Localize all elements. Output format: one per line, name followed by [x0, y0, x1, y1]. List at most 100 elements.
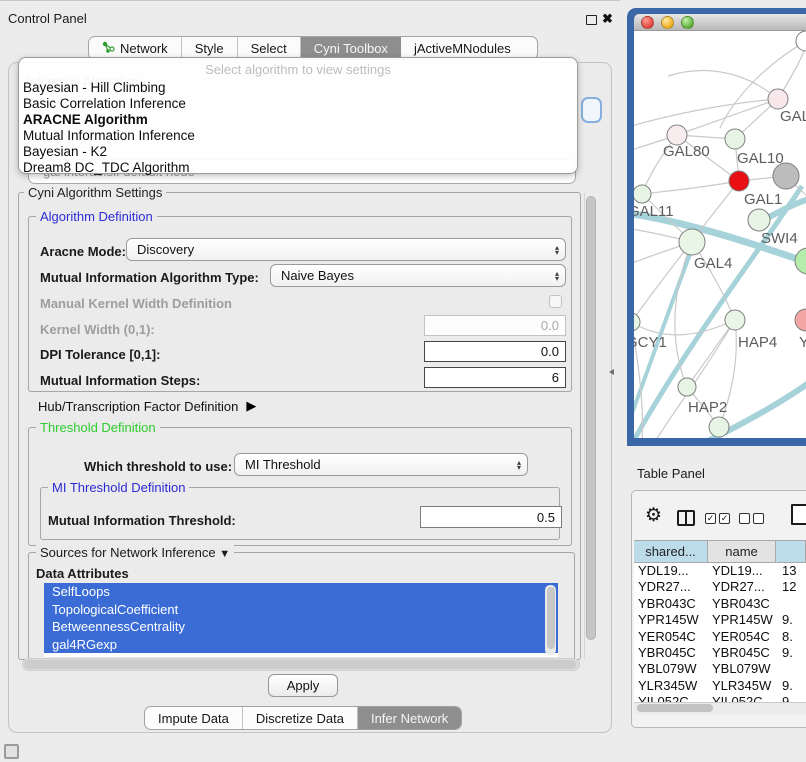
- attribute-item-topologicalcoefficient[interactable]: TopologicalCoefficient: [44, 601, 558, 619]
- stepper-arrows-icon: ▴▾: [517, 460, 521, 470]
- window-minimize-icon[interactable]: [661, 16, 674, 29]
- network-canvas[interactable]: GALGAL80GAL10GAL1GAL11SWI4GAL4GCY1HAP4YH…: [634, 31, 806, 438]
- window-close-icon[interactable]: [641, 16, 654, 29]
- tab-network[interactable]: Network: [89, 37, 182, 59]
- table-cell: [776, 596, 806, 612]
- network-node-gal80[interactable]: [667, 125, 687, 145]
- checked-checkbox-icon[interactable]: ✓: [705, 513, 716, 524]
- table-row[interactable]: YBR043CYBR043C: [634, 596, 806, 612]
- sources-group-title[interactable]: Sources for Network Inference ▼: [36, 545, 234, 560]
- network-node-gal[interactable]: [768, 89, 788, 109]
- table-row[interactable]: YPR145WYPR145W9.: [634, 612, 806, 628]
- network-node-gal4[interactable]: [679, 229, 705, 255]
- column-header-name[interactable]: name: [708, 541, 776, 562]
- gray-edge[interactable]: [668, 71, 778, 99]
- hub-transcription-factor-label: Hub/Transcription Factor Definition: [38, 399, 238, 414]
- tab-jactivemnodules[interactable]: jActiveMNodules: [401, 37, 524, 59]
- gray-edge[interactable]: [634, 242, 692, 322]
- network-node-hap4[interactable]: [725, 310, 745, 330]
- collapsed-panel-icon[interactable]: [4, 744, 19, 759]
- attribute-item-selfloops[interactable]: SelfLoops: [44, 583, 558, 601]
- focused-combo-fragment: [581, 97, 602, 123]
- table-header-row[interactable]: shared...name: [634, 540, 806, 563]
- table-cell: YPR145W: [708, 612, 776, 628]
- tab-select[interactable]: Select: [238, 37, 301, 59]
- network-node-hap2[interactable]: [678, 378, 696, 396]
- attribute-item-betweennesscentrality[interactable]: BetweennessCentrality: [44, 618, 558, 636]
- network-node-gcy1[interactable]: [634, 313, 640, 331]
- gray-edge[interactable]: [642, 181, 739, 194]
- table-cell: YIL052C: [708, 694, 776, 702]
- network-node[interactable]: [773, 163, 799, 189]
- gray-edge[interactable]: [634, 99, 778, 128]
- table-horizontal-scrollbar-thumb[interactable]: [637, 704, 713, 712]
- network-window-titlebar[interactable]: [634, 14, 806, 31]
- gray-edge[interactable]: [634, 320, 735, 335]
- network-node-gal11[interactable]: [634, 185, 651, 203]
- kernel-width-field[interactable]: 0.0: [424, 315, 566, 336]
- node-label: GAL4: [694, 255, 732, 272]
- algorithm-option-dream8-dc-tdc-algorithm[interactable]: Dream8 DC_TDC Algorithm: [23, 160, 573, 176]
- tab-label: Style: [195, 41, 224, 56]
- column-header-partial[interactable]: [776, 541, 806, 562]
- gray-edge[interactable]: [687, 320, 735, 387]
- settings-horizontal-scrollbar-thumb[interactable]: [24, 660, 576, 669]
- aracne-mode-select[interactable]: Discovery ▴▾: [126, 238, 566, 261]
- split-pane-collapse-icon[interactable]: [609, 369, 614, 375]
- tab-infer-network[interactable]: Infer Network: [358, 707, 461, 729]
- network-node[interactable]: [795, 248, 806, 274]
- table-body[interactable]: YDL19...YDL19...13YDR27...YDR27...12YBR0…: [634, 563, 806, 702]
- gear-icon[interactable]: ⚙: [645, 504, 662, 527]
- manual-kernel-width-checkbox[interactable]: [549, 295, 562, 308]
- dpi-tolerance-field[interactable]: 0.0: [424, 341, 566, 362]
- table-row[interactable]: YLR345WYLR345W9.: [634, 678, 806, 694]
- tab-style[interactable]: Style: [182, 37, 238, 59]
- network-node-y[interactable]: [795, 309, 806, 331]
- mi-steps-field[interactable]: 6: [424, 367, 566, 388]
- attributes-scrollbar-thumb[interactable]: [547, 587, 555, 649]
- table-row[interactable]: YER054CYER054C8.: [634, 629, 806, 645]
- algorithm-option-bayesian-hill-climbing[interactable]: Bayesian - Hill Climbing: [23, 80, 573, 96]
- table-row[interactable]: YDL19...YDL19...13: [634, 563, 806, 579]
- mi-threshold-field[interactable]: 0.5: [420, 506, 562, 528]
- tab-impute-data[interactable]: Impute Data: [145, 707, 243, 729]
- mi-algorithm-type-select[interactable]: Naive Bayes ▴▾: [270, 264, 566, 287]
- unchecked-checkbox-icon[interactable]: [739, 513, 750, 524]
- table-cell: 13: [776, 563, 806, 579]
- network-node[interactable]: [709, 417, 729, 437]
- network-node-swi4[interactable]: [748, 209, 770, 231]
- table-row[interactable]: YBL079WYBL079W: [634, 661, 806, 677]
- column-layout-icon[interactable]: [677, 510, 695, 526]
- table-cell: YBL079W: [634, 661, 708, 677]
- network-node-gal10[interactable]: [725, 129, 745, 149]
- document-icon[interactable]: [791, 504, 806, 525]
- algorithm-option-aracne-algorithm[interactable]: ARACNE Algorithm: [23, 112, 573, 128]
- control-panel-top-border: [0, 0, 620, 1]
- data-attributes-list[interactable]: SelfLoopsTopologicalCoefficientBetweenne…: [44, 583, 558, 657]
- which-threshold-select[interactable]: MI Threshold ▴▾: [234, 453, 528, 476]
- table-row[interactable]: YIL052CYIL052C9.: [634, 694, 806, 702]
- table-cell: 12: [776, 579, 806, 595]
- settings-vertical-scrollbar-thumb[interactable]: [586, 196, 596, 640]
- table-cell: 8.: [776, 629, 806, 645]
- table-cell: YLR345W: [634, 678, 708, 694]
- window-zoom-icon[interactable]: [681, 16, 694, 29]
- tab-discretize-data[interactable]: Discretize Data: [243, 707, 358, 729]
- unchecked-checkbox-icon[interactable]: [753, 513, 764, 524]
- apply-button[interactable]: Apply: [268, 674, 338, 697]
- table-row[interactable]: YBR045CYBR045C9.: [634, 645, 806, 661]
- network-node[interactable]: [796, 31, 806, 51]
- column-header-shared[interactable]: shared...: [634, 541, 708, 562]
- algorithm-option-bayesian-k2[interactable]: Bayesian - K2: [23, 144, 573, 160]
- float-window-icon[interactable]: [586, 15, 597, 25]
- tab-label: Network: [120, 41, 168, 56]
- checked-checkbox-icon[interactable]: ✓: [719, 513, 730, 524]
- tab-cyni-toolbox[interactable]: Cyni Toolbox: [301, 37, 401, 59]
- close-icon[interactable]: ✖: [602, 11, 613, 27]
- algorithm-option-mutual-information-inference[interactable]: Mutual Information Inference: [23, 128, 573, 144]
- network-node-gal1[interactable]: [729, 171, 749, 191]
- algorithm-option-basic-correlation-inference[interactable]: Basic Correlation Inference: [23, 96, 573, 112]
- hub-transcription-factor-expander[interactable]: Hub/Transcription Factor Definition ▶: [38, 398, 256, 414]
- table-row[interactable]: YDR27...YDR27...12: [634, 579, 806, 595]
- attribute-item-gal4rgexp[interactable]: gal4RGexp: [44, 636, 558, 654]
